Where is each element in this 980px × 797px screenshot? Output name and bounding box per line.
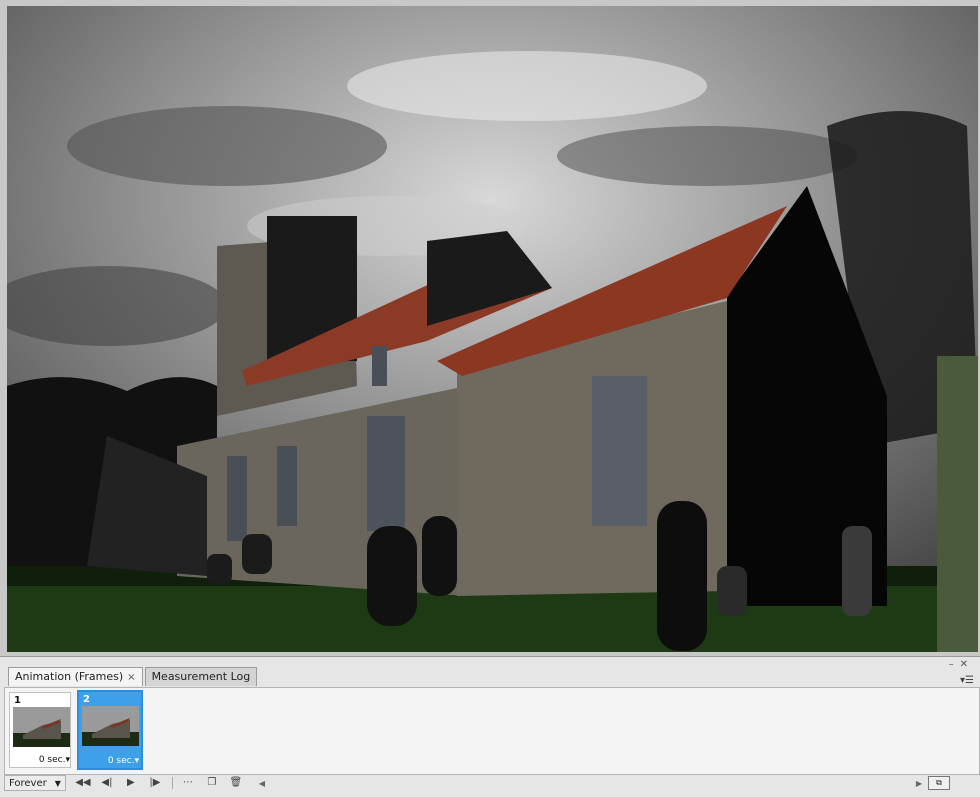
previous-frame-icon[interactable]: ◀| xyxy=(96,776,118,790)
frame-2[interactable]: 2 0 sec.▾ xyxy=(77,690,143,770)
frame-delay[interactable]: 0 sec.▾ xyxy=(79,756,141,766)
next-frame-icon[interactable]: |▶ xyxy=(144,776,166,790)
panel-menu-icon[interactable]: ▾☰ xyxy=(960,675,974,686)
scroll-right-icon[interactable]: ▶ xyxy=(916,779,922,788)
duplicate-frame-icon[interactable]: ❐ xyxy=(201,776,223,790)
toolbar-divider xyxy=(171,777,173,789)
tab-animation-frames[interactable]: Animation (Frames) × xyxy=(8,667,143,686)
trash-icon[interactable]: 🗑 xyxy=(225,776,247,790)
close-tab-icon[interactable]: × xyxy=(127,672,135,683)
chevron-down-icon: ▼ xyxy=(54,778,61,788)
tab-label: Measurement Log xyxy=(151,670,251,683)
animation-toolbar: Forever ▼ ◀◀ ◀| ▶ |▶ ⋯ ❐ 🗑 ◀ ▶ ⧉ xyxy=(4,774,978,792)
tab-measurement-log[interactable]: Measurement Log xyxy=(144,667,258,686)
convert-to-timeline-icon[interactable]: ⧉ xyxy=(928,776,950,790)
loop-options-select[interactable]: Forever ▼ xyxy=(4,775,66,791)
frame-1[interactable]: 1 0 sec.▾ xyxy=(9,692,71,768)
panel-window-controls[interactable]: –✕ xyxy=(949,659,974,670)
animation-panel: –✕ Animation (Frames) × Measurement Log ▾… xyxy=(0,656,980,797)
first-frame-icon[interactable]: ◀◀ xyxy=(72,776,94,790)
frame-delay[interactable]: 0 sec.▾ xyxy=(10,755,72,765)
frames-strip: 1 0 sec.▾ 2 0 sec.▾ xyxy=(4,687,980,775)
tab-label: Animation (Frames) xyxy=(15,670,124,683)
tween-icon[interactable]: ⋯ xyxy=(177,776,199,790)
frame-number: 2 xyxy=(83,694,90,705)
panel-tabs: Animation (Frames) × Measurement Log xyxy=(8,667,259,686)
minimize-icon[interactable]: – xyxy=(949,659,960,670)
frame-thumbnail xyxy=(82,706,139,746)
document-canvas[interactable] xyxy=(0,0,980,656)
close-panel-icon[interactable]: ✕ xyxy=(960,659,974,670)
church-photo xyxy=(7,6,978,652)
frame-number: 1 xyxy=(14,695,21,706)
frame-thumbnail xyxy=(13,707,70,747)
play-icon[interactable]: ▶ xyxy=(120,776,142,790)
scroll-left-icon[interactable]: ◀ xyxy=(259,779,265,788)
